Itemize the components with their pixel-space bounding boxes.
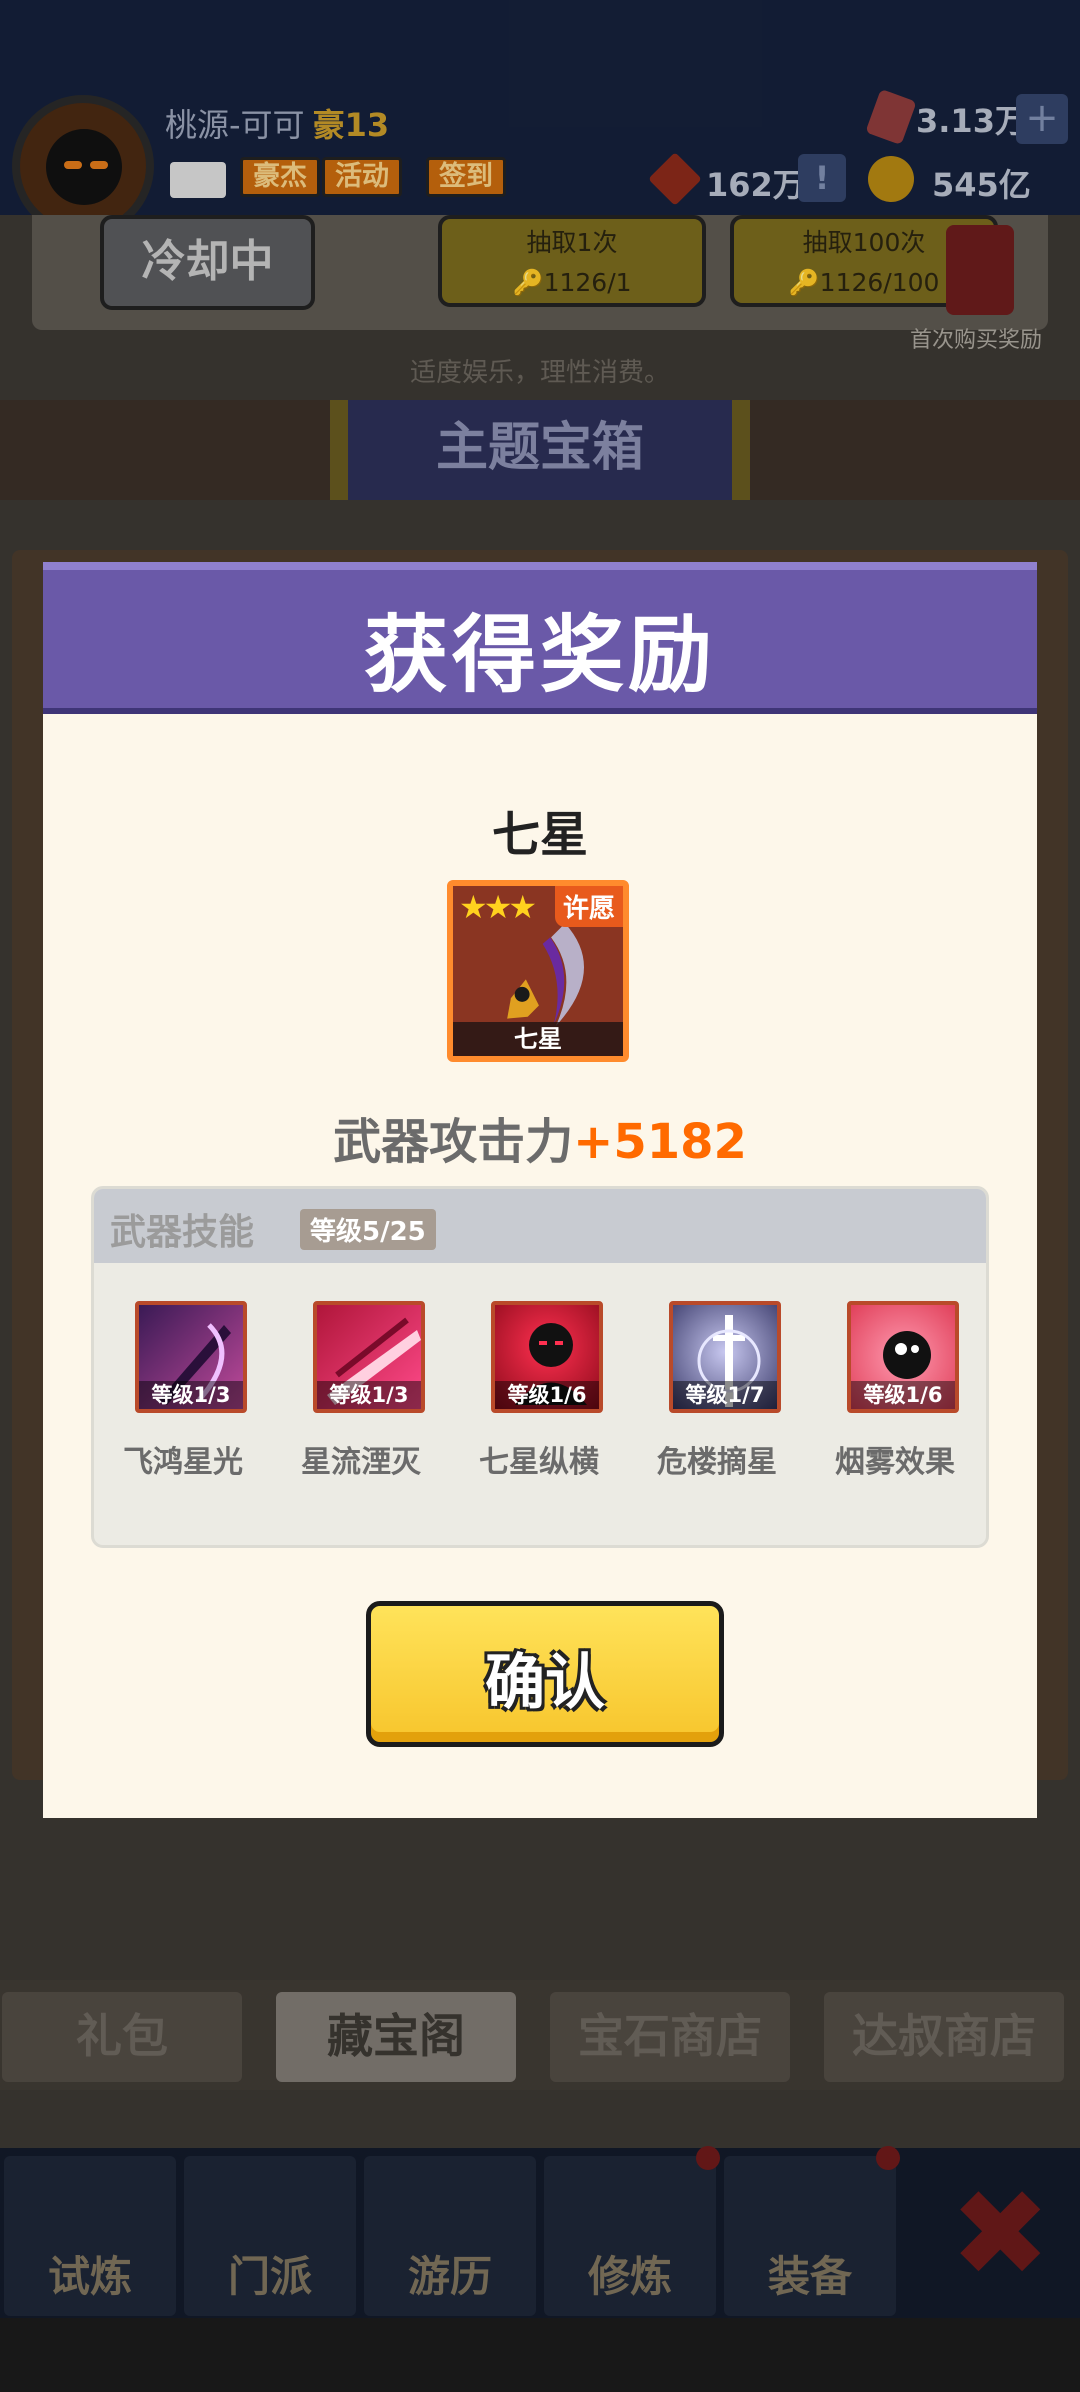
star-rating: ★★★ [459,888,537,926]
skills-level-badge: 等级5/25 [300,1209,436,1250]
skill-name: 危楼摘星 [657,1445,777,1480]
skill-level: 等级1/6 [851,1381,955,1409]
reward-name: 七星 [491,807,588,863]
skill-name: 星流湮灭 [301,1445,421,1480]
skill-level: 等级1/3 [139,1381,243,1409]
dialog-header: 获得奖励 [43,562,1037,714]
skill-level: 等级1/7 [673,1381,777,1409]
reward-dialog: 获得奖励 七星 ★★★ 许愿 七星 武器攻击力+5182 武器技能 等级5/25 [43,562,1037,1818]
light-sword-icon: 等级1/7 [669,1301,781,1413]
weapon-attack: 武器攻击力+5182 [43,1102,1037,1172]
skill-name: 飞鸿星光 [123,1445,243,1480]
skill-item[interactable]: 等级1/3 飞鸿星光 [94,1301,272,1481]
red-slash-icon: 等级1/3 [313,1301,425,1413]
skills-header: 武器技能 等级5/25 [94,1189,986,1263]
weapon-skills-panel: 武器技能 等级5/25 等级1/3 飞鸿星光 等级1/3 星流湮灭 等级1/6 … [91,1186,989,1548]
dialog-title: 获得奖励 [363,606,716,704]
skill-item[interactable]: 等级1/6 烟雾效果 [806,1301,984,1481]
skill-level: 等级1/6 [495,1381,599,1409]
confirm-button-label: 确认 [485,1648,605,1718]
attack-value: +5182 [573,1114,747,1170]
purple-blade-icon: 等级1/3 [135,1301,247,1413]
skills-title: 武器技能 [110,1212,255,1253]
confirm-button[interactable]: 确认 [366,1601,724,1747]
weapon-card-label: 七星 [453,1022,623,1056]
smoke-face-icon: 等级1/6 [847,1301,959,1413]
skill-item[interactable]: 等级1/6 七星纵横 [450,1301,628,1481]
skill-name: 烟雾效果 [835,1445,955,1480]
skill-name: 七星纵横 [479,1445,599,1480]
skill-level: 等级1/3 [317,1381,421,1409]
skill-item[interactable]: 等级1/7 危楼摘星 [628,1301,806,1481]
weapon-card[interactable]: ★★★ 许愿 七星 [447,880,629,1062]
shadow-figure-icon: 等级1/6 [491,1301,603,1413]
skill-item[interactable]: 等级1/3 星流湮灭 [272,1301,450,1481]
attack-label: 武器攻击力 [333,1114,574,1170]
wish-badge: 许愿 [554,886,623,927]
